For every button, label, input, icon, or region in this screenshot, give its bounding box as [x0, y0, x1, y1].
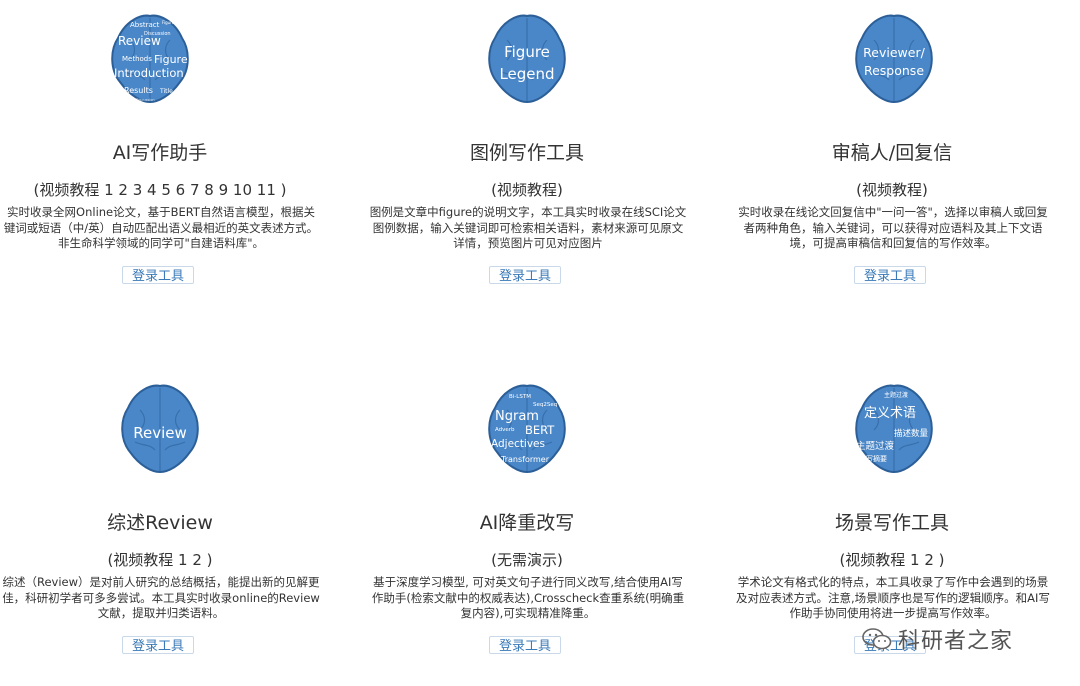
tool-title: 场景写作工具 — [834, 512, 949, 534]
brain-nlp-icon: Bi-LSTM Seq2Seq Ngram Adverb BERT Adject… — [477, 380, 577, 480]
tool-description: 实时收录在线论文回复信中"一问一答"，选择以审稿人或回复者两种角色，输入关键词，… — [738, 205, 1048, 250]
brain-word: 主题过渡 — [856, 440, 895, 452]
brain-word: 写摘要 — [866, 454, 887, 463]
demo-note: (无需演示) — [491, 551, 563, 569]
tool-title: 图例写作工具 — [469, 142, 584, 164]
brain-word: Results — [124, 86, 153, 95]
brain-word: Transformer — [500, 455, 550, 464]
login-tool-button[interactable]: 登录工具 — [122, 266, 194, 284]
watermark-text: 科研者之家 — [898, 629, 1014, 654]
brain-word: Bi-LSTM — [509, 394, 531, 400]
brain-word: BERT — [525, 423, 555, 437]
tool-description: 综述（Review）是对前人研究的总结概括，能提出新的见解更佳，科研初学者可多多… — [2, 575, 320, 620]
brain-word: Adjectives — [491, 438, 545, 450]
brain-word: Review — [118, 34, 161, 48]
brain-word: Discussion — [136, 98, 155, 102]
brain-word: 描述数量 — [894, 428, 929, 439]
tool-title: AI写作助手 — [112, 142, 208, 164]
brain-scene-icon: 主题过渡 定义术语 描述数量 主题过渡 写摘要 — [844, 380, 944, 480]
brain-word: Introduction — [114, 66, 184, 80]
tool-title: 综述Review — [107, 512, 213, 534]
login-tool-button[interactable]: 登录工具 — [489, 636, 561, 654]
login-tool-button[interactable]: 登录工具 — [122, 636, 194, 654]
brain-word: Figure — [154, 53, 188, 66]
brain-word: 主题过渡 — [884, 391, 908, 399]
tool-description: 基于深度学习模型, 可对英文句子进行同义改写,结合使用AI写作助手(检索文献中的… — [371, 575, 685, 620]
brain-word: Figure — [504, 43, 550, 61]
wechat-icon — [862, 628, 892, 650]
brain-word: Methods — [122, 55, 152, 63]
tool-description: 实时收录全网Online论文，基于BERT自然语言模型，根据关键词或短语（中/英… — [3, 205, 319, 250]
brain-word: 定义术语 — [864, 406, 916, 421]
video-tutorial-links[interactable]: (视频教程 1 2 ) — [732, 549, 1052, 570]
brain-word: Figure — [162, 20, 175, 25]
brain-reviewer-icon: Reviewer/ Response — [844, 10, 944, 110]
brain-word: Seq2Seq — [533, 402, 557, 408]
brain-word: Review — [133, 424, 187, 442]
brain-wordcloud-icon: Abstract Figure Discussion Review Method… — [100, 10, 200, 110]
brain-word: Ngram — [495, 409, 539, 424]
brain-word: Response — [864, 63, 924, 78]
tool-title: 审稿人/回复信 — [831, 142, 953, 164]
login-tool-button[interactable]: 登录工具 — [854, 266, 926, 284]
brain-word: Adverb — [495, 427, 515, 433]
video-tutorial-links[interactable]: (视频教程) — [367, 179, 687, 200]
tool-description: 学术论文有格式化的特点，本工具收录了写作中会遇到的场景及对应表述方式。注意,场景… — [736, 575, 1050, 620]
video-tutorial-links[interactable]: (视频教程 1 2 3 4 5 6 7 8 9 10 11 ) — [0, 179, 320, 200]
brain-review-icon: Review — [110, 380, 210, 480]
brain-word: Title — [159, 88, 173, 95]
video-tutorial-links[interactable]: (视频教程) — [732, 179, 1052, 200]
brain-word: Legend — [499, 65, 554, 83]
brain-figure-legend-icon: Figure Legend — [477, 10, 577, 110]
brain-word: Abstract — [130, 21, 160, 29]
login-tool-button[interactable]: 登录工具 — [489, 266, 561, 284]
watermark: 科研者之家 — [862, 622, 1013, 656]
tool-title: AI降重改写 — [479, 512, 575, 534]
video-tutorial-links[interactable]: (视频教程 1 2 ) — [0, 549, 320, 570]
tool-description: 图例是文章中figure的说明文字，本工具实时收录在线SCI论文图例数据，输入关… — [369, 205, 687, 250]
brain-word: Reviewer/ — [863, 45, 925, 60]
